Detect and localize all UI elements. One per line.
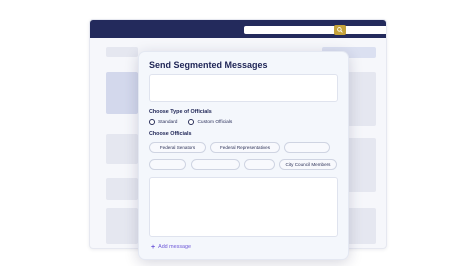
radio-circle-icon [149,119,155,125]
plus-icon: + [151,243,156,251]
chip-city-council-members[interactable]: City Council Members [279,159,337,170]
chip-federal-senators[interactable]: Federal Senators [149,142,206,153]
radio-circle-icon [188,119,195,125]
background-block [106,208,138,244]
officials-type-radio-group: Standard Custom Officials [149,119,243,125]
background-block [106,178,138,200]
chip-federal-representatives[interactable]: Federal Representatives [210,142,280,153]
chip-empty[interactable] [284,142,330,153]
choose-officials-label: Choose Officials [149,131,192,137]
add-message-label: Add message [158,244,192,250]
search-icon [337,27,343,33]
officials-type-label: Choose Type of Officials [149,109,212,115]
background-block [106,72,138,114]
radio-custom-officials[interactable]: Custom Officials [188,119,232,125]
chip-empty[interactable] [244,159,275,170]
radio-label: Custom Officials [197,119,233,125]
background-block [106,47,138,57]
chip-empty[interactable] [149,159,186,170]
background-header [90,20,386,38]
message-body-input[interactable] [149,177,338,237]
modal-title: Send Segmented Messages [149,60,268,70]
radio-label: Standard [158,119,178,125]
segmented-messages-modal: Send Segmented Messages Choose Type of O… [138,51,349,260]
radio-standard[interactable]: Standard [149,119,177,125]
background-search-button [334,25,346,35]
background-search-bar [244,26,386,34]
message-input[interactable] [149,74,338,102]
chip-empty[interactable] [191,159,240,170]
background-block [106,134,138,164]
add-message-button[interactable]: + Add message [151,241,209,253]
